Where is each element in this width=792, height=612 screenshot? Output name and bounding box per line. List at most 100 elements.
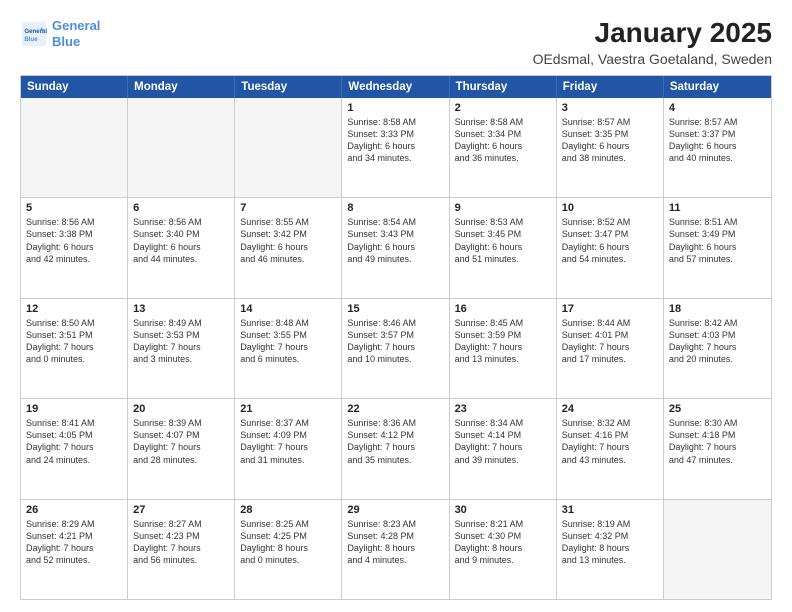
- day-number: 14: [240, 303, 336, 315]
- calendar-cell-11: 11Sunrise: 8:51 AMSunset: 3:49 PMDayligh…: [664, 198, 771, 297]
- day-number: 10: [562, 202, 658, 214]
- cell-line: Daylight: 6 hours: [133, 241, 229, 253]
- day-number: 31: [562, 504, 658, 516]
- cell-line: and 31 minutes.: [240, 454, 336, 466]
- cell-line: Sunrise: 8:49 AM: [133, 317, 229, 329]
- cell-line: Sunset: 4:30 PM: [455, 530, 551, 542]
- cell-line: Sunrise: 8:54 AM: [347, 216, 443, 228]
- cell-line: Sunrise: 8:32 AM: [562, 417, 658, 429]
- cell-line: Sunrise: 8:52 AM: [562, 216, 658, 228]
- cell-line: and 9 minutes.: [455, 554, 551, 566]
- cell-line: Daylight: 7 hours: [26, 341, 122, 353]
- calendar-header-sunday: Sunday: [21, 76, 128, 98]
- calendar-cell-3: 3 Sunrise: 8:57 AMSunset: 3:35 PMDaylight…: [557, 98, 664, 197]
- cell-line: Daylight: 6 hours: [26, 241, 122, 253]
- cell-line: Sunset: 3:37 PM: [669, 128, 766, 140]
- day-number: 3: [562, 102, 658, 114]
- subtitle: OEdsmal, Vaestra Goetaland, Sweden: [533, 51, 772, 67]
- cell-line: Daylight: 6 hours: [347, 140, 443, 152]
- calendar-cell-31: 31Sunrise: 8:19 AMSunset: 4:32 PMDayligh…: [557, 500, 664, 599]
- cell-line: Daylight: 7 hours: [240, 341, 336, 353]
- cell-line: Daylight: 8 hours: [240, 542, 336, 554]
- cell-line: Sunrise: 8:57 AM: [562, 116, 658, 128]
- calendar-header-monday: Monday: [128, 76, 235, 98]
- calendar-cell-19: 19Sunrise: 8:41 AMSunset: 4:05 PMDayligh…: [21, 399, 128, 498]
- cell-line: Sunset: 4:09 PM: [240, 429, 336, 441]
- day-number: 7: [240, 202, 336, 214]
- cell-line: and 6 minutes.: [240, 353, 336, 365]
- cell-line: Daylight: 6 hours: [347, 241, 443, 253]
- calendar-cell-27: 27Sunrise: 8:27 AMSunset: 4:23 PMDayligh…: [128, 500, 235, 599]
- cell-line: Sunrise: 8:27 AM: [133, 518, 229, 530]
- day-number: 1: [347, 102, 443, 114]
- cell-line: Daylight: 6 hours: [669, 241, 766, 253]
- cell-line: and 34 minutes.: [347, 152, 443, 164]
- cell-line: and 46 minutes.: [240, 253, 336, 265]
- calendar-cell-18: 18Sunrise: 8:42 AMSunset: 4:03 PMDayligh…: [664, 299, 771, 398]
- cell-line: Daylight: 6 hours: [669, 140, 766, 152]
- day-number: 27: [133, 504, 229, 516]
- cell-line: and 3 minutes.: [133, 353, 229, 365]
- day-number: 23: [455, 403, 551, 415]
- cell-line: and 17 minutes.: [562, 353, 658, 365]
- cell-line: Daylight: 7 hours: [347, 341, 443, 353]
- cell-line: Sunrise: 8:29 AM: [26, 518, 122, 530]
- cell-line: Daylight: 8 hours: [455, 542, 551, 554]
- calendar-row-4: 26Sunrise: 8:29 AMSunset: 4:21 PMDayligh…: [21, 500, 771, 599]
- page: General Blue GeneralBlue January 2025 OE…: [0, 0, 792, 612]
- cell-line: Sunset: 3:55 PM: [240, 329, 336, 341]
- cell-line: Sunset: 4:07 PM: [133, 429, 229, 441]
- calendar-row-2: 12Sunrise: 8:50 AMSunset: 3:51 PMDayligh…: [21, 299, 771, 399]
- calendar-cell-1: 1Sunrise: 8:58 AMSunset: 3:33 PMDaylight…: [342, 98, 449, 197]
- calendar-row-0: 1Sunrise: 8:58 AMSunset: 3:33 PMDaylight…: [21, 98, 771, 198]
- calendar-cell-10: 10Sunrise: 8:52 AMSunset: 3:47 PMDayligh…: [557, 198, 664, 297]
- cell-line: Sunrise: 8:53 AM: [455, 216, 551, 228]
- cell-line: Sunset: 4:16 PM: [562, 429, 658, 441]
- cell-line: Daylight: 6 hours: [455, 241, 551, 253]
- day-number: 13: [133, 303, 229, 315]
- day-number: 5: [26, 202, 122, 214]
- day-number: 19: [26, 403, 122, 415]
- cell-line: Sunset: 4:05 PM: [26, 429, 122, 441]
- cell-line: Daylight: 7 hours: [133, 441, 229, 453]
- cell-line: Sunset: 3:51 PM: [26, 329, 122, 341]
- cell-line: Daylight: 7 hours: [133, 542, 229, 554]
- cell-line: Sunset: 3:43 PM: [347, 228, 443, 240]
- cell-line: Sunset: 3:45 PM: [455, 228, 551, 240]
- cell-line: Daylight: 6 hours: [562, 241, 658, 253]
- cell-line: Sunrise: 8:56 AM: [26, 216, 122, 228]
- day-number: 16: [455, 303, 551, 315]
- day-number: 24: [562, 403, 658, 415]
- calendar-header-thursday: Thursday: [450, 76, 557, 98]
- cell-line: and 28 minutes.: [133, 454, 229, 466]
- cell-line: Sunset: 4:01 PM: [562, 329, 658, 341]
- cell-line: Daylight: 7 hours: [133, 341, 229, 353]
- cell-line: Sunset: 3:35 PM: [562, 128, 658, 140]
- calendar-cell-12: 12Sunrise: 8:50 AMSunset: 3:51 PMDayligh…: [21, 299, 128, 398]
- cell-line: Daylight: 7 hours: [455, 441, 551, 453]
- calendar-cell-26: 26Sunrise: 8:29 AMSunset: 4:21 PMDayligh…: [21, 500, 128, 599]
- cell-line: Sunrise: 8:23 AM: [347, 518, 443, 530]
- calendar-cell-24: 24Sunrise: 8:32 AMSunset: 4:16 PMDayligh…: [557, 399, 664, 498]
- cell-line: and 49 minutes.: [347, 253, 443, 265]
- cell-line: and 51 minutes.: [455, 253, 551, 265]
- day-number: 2: [455, 102, 551, 114]
- calendar-cell-9: 9Sunrise: 8:53 AMSunset: 3:45 PMDaylight…: [450, 198, 557, 297]
- day-number: 21: [240, 403, 336, 415]
- cell-line: Sunrise: 8:55 AM: [240, 216, 336, 228]
- calendar-cell-empty-0-2: [235, 98, 342, 197]
- cell-line: and 13 minutes.: [562, 554, 658, 566]
- cell-line: Daylight: 6 hours: [562, 140, 658, 152]
- day-number: 18: [669, 303, 766, 315]
- cell-line: and 56 minutes.: [133, 554, 229, 566]
- cell-line: Sunset: 3:59 PM: [455, 329, 551, 341]
- day-number: 22: [347, 403, 443, 415]
- cell-line: and 13 minutes.: [455, 353, 551, 365]
- calendar-row-1: 5Sunrise: 8:56 AMSunset: 3:38 PMDaylight…: [21, 198, 771, 298]
- calendar-header-friday: Friday: [557, 76, 664, 98]
- calendar-header-tuesday: Tuesday: [235, 76, 342, 98]
- day-number: 29: [347, 504, 443, 516]
- cell-line: Daylight: 7 hours: [669, 341, 766, 353]
- cell-line: Sunrise: 8:25 AM: [240, 518, 336, 530]
- cell-line: Sunset: 3:57 PM: [347, 329, 443, 341]
